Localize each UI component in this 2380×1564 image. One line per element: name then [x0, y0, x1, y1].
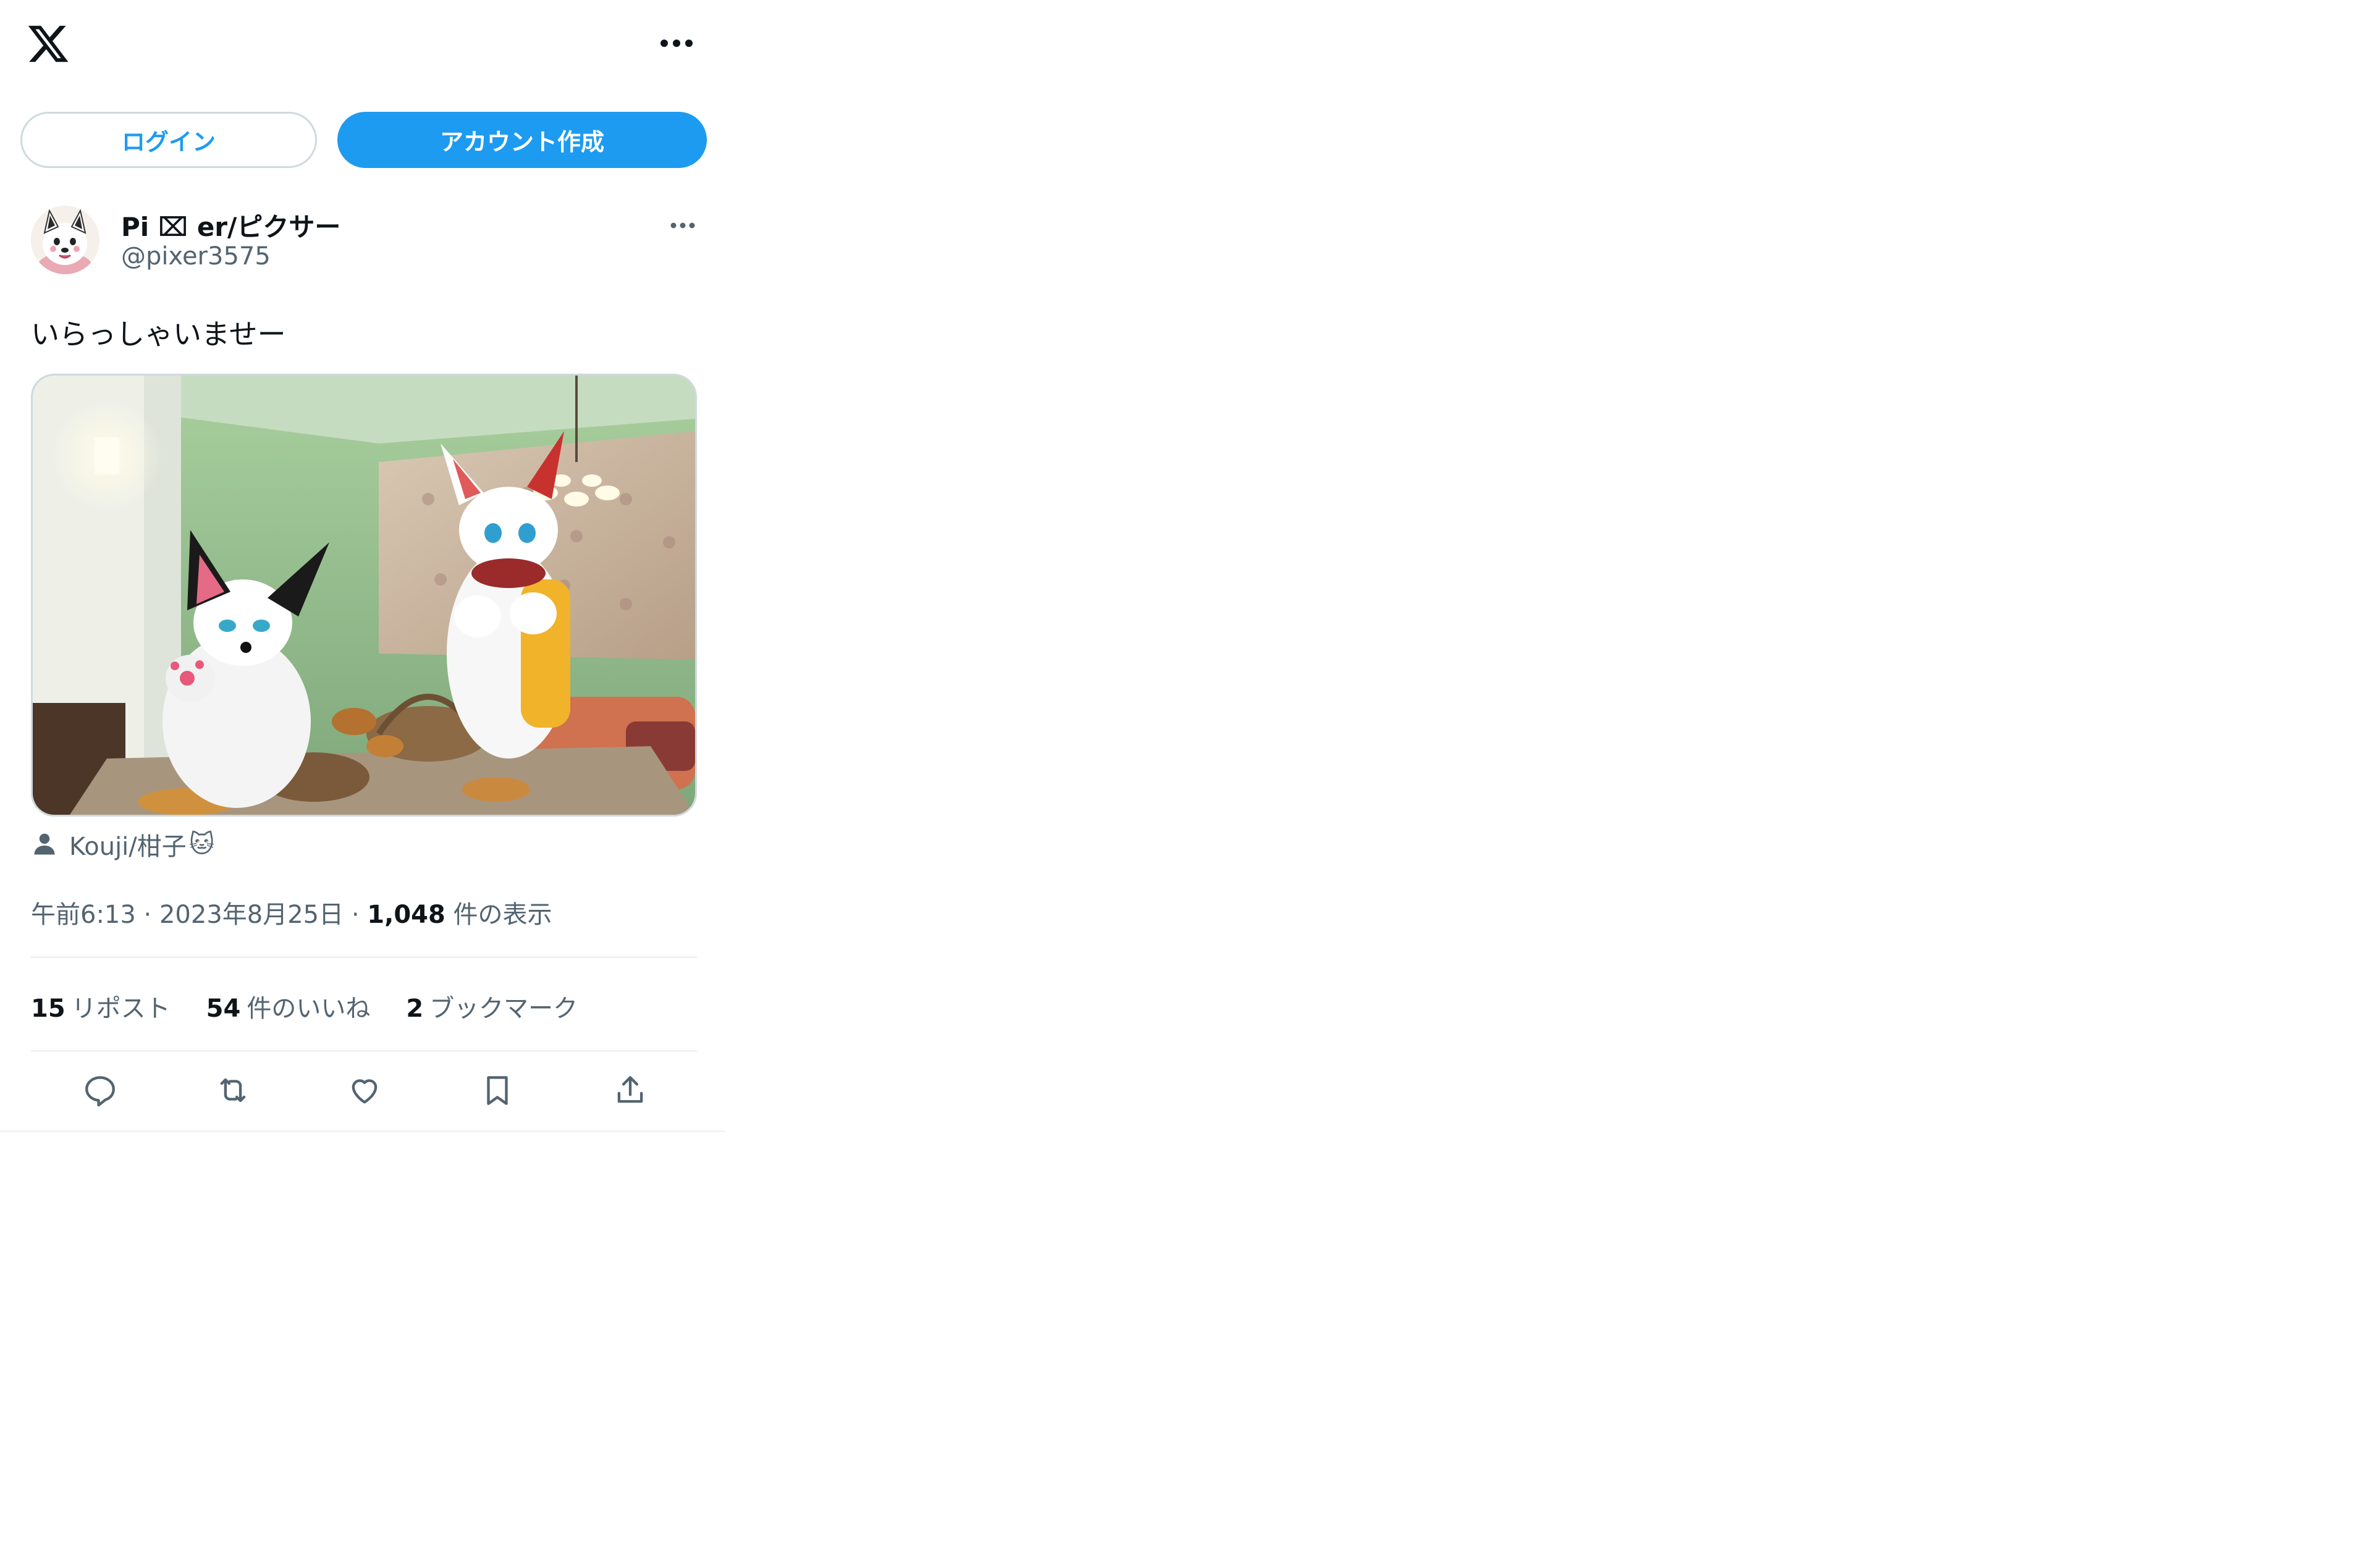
divider	[31, 1050, 697, 1052]
tweet-more-icon[interactable]	[661, 213, 704, 238]
bookmarks-stat[interactable]: 2 ブックマーク	[406, 988, 578, 1024]
person-icon	[34, 833, 55, 855]
views-label: 件の表示	[453, 901, 552, 929]
bookmark-icon[interactable]	[476, 1069, 519, 1112]
tweet-media-image[interactable]	[31, 374, 697, 817]
meta-separator: ·	[143, 901, 152, 929]
like-icon[interactable]	[343, 1069, 386, 1112]
login-button[interactable]: ログイン	[20, 112, 317, 168]
meta-separator: ·	[351, 901, 360, 929]
cat-emoji-icon: 🐱	[188, 830, 215, 859]
tweet-action-bar	[31, 1069, 697, 1112]
reply-icon[interactable]	[78, 1069, 122, 1112]
media-credit[interactable]: Kouji/柑子 🐱	[31, 826, 214, 862]
tweet-meta: 午前6:13 · 2023年8月25日 · 1,048 件の表示	[31, 894, 552, 930]
divider	[31, 956, 697, 958]
tweet-date[interactable]: 2023年8月25日	[159, 901, 344, 929]
tweet-time[interactable]: 午前6:13	[31, 901, 136, 929]
share-icon[interactable]	[609, 1069, 652, 1112]
x-logo-icon[interactable]	[26, 22, 70, 66]
more-horizontal-icon[interactable]	[655, 31, 698, 56]
repost-icon[interactable]	[211, 1069, 255, 1112]
author-name[interactable]: Pi ⌧ er/ピクサー	[121, 206, 340, 244]
tweet-column: ログイン アカウント作成 Pi ⌧ er/ピクサー @pixer3575 いらっ	[0, 0, 725, 1132]
create-account-button[interactable]: アカウント作成	[337, 112, 707, 168]
reposts-stat[interactable]: 15 リポスト	[31, 988, 171, 1024]
avatar[interactable]	[31, 206, 99, 274]
tweet-text: いらっしゃいませー	[31, 317, 286, 351]
tweet-stats: 15 リポスト 54 件のいいね 2 ブックマーク	[31, 988, 578, 1024]
author-handle[interactable]: @pixer3575	[121, 242, 271, 271]
media-credit-name: Kouji/柑子	[69, 833, 187, 861]
likes-stat[interactable]: 54 件のいいね	[206, 988, 371, 1024]
views-count: 1,048	[367, 901, 445, 929]
